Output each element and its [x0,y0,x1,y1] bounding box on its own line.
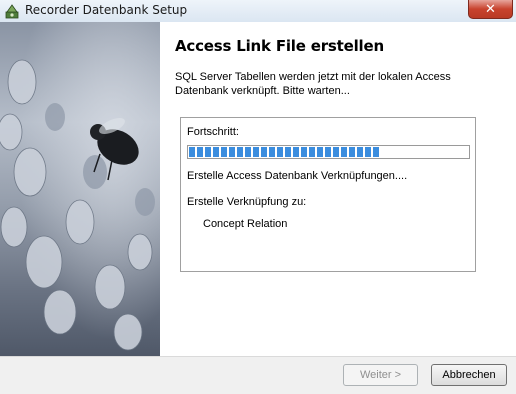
progress-fill [189,147,379,157]
button-bar: Weiter > Abbrechen [0,356,516,394]
page-title: Access Link File erstellen [175,37,384,55]
content-panel: Access Link File erstellen SQL Server Ta… [160,22,516,356]
wizard-side-image [0,22,160,356]
next-button[interactable]: Weiter > [343,364,418,386]
progress-label: Fortschritt: [187,126,239,138]
status-subtext: Erstelle Verknüpfung zu: [187,196,307,208]
cancel-button[interactable]: Abbrechen [431,364,507,386]
close-button[interactable]: ✕ [468,0,513,19]
title-bar[interactable]: Recorder Datenbank Setup ✕ [0,0,516,22]
progress-bar [187,145,470,159]
status-text: Erstelle Access Datenbank Verknüpfungen.… [187,170,408,182]
current-item-text: Concept Relation [203,218,288,230]
description-text: SQL Server Tabellen werden jetzt mit der… [175,71,451,97]
installer-icon [4,3,20,19]
window-title: Recorder Datenbank Setup [25,3,188,17]
progress-group: Fortschritt: Erstelle Access Datenbank V… [180,117,476,272]
setup-window: Recorder Datenbank Setup ✕ Access Link F… [0,0,516,394]
close-icon: ✕ [485,1,496,17]
